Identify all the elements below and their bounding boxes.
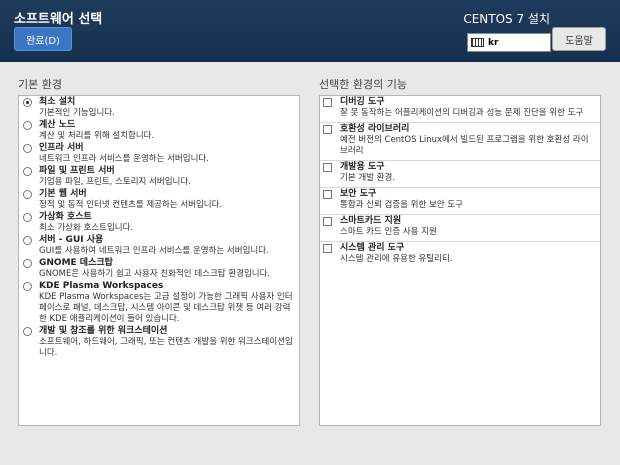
done-button[interactable]: 완료(D): [14, 27, 72, 51]
radio-button[interactable]: [23, 327, 32, 336]
radio-button[interactable]: [23, 259, 32, 268]
addon-item-security[interactable]: 보안 도구 통합과 신뢰 검증을 위한 보안 도구: [320, 188, 600, 215]
env-item-compute[interactable]: 계산 노드 계산 및 처리를 위해 설치합니다.: [19, 119, 299, 142]
env-item-infra[interactable]: 인프라 서버 네트워크 인프라 서비스를 운영하는 서버입니다.: [19, 142, 299, 165]
addons-list: 디버깅 도구 잘 못 동작하는 어플리케이션의 디버깅과 성능 문제 진단을 위한…: [319, 95, 601, 426]
env-desc: 기업용 파일, 프린트, 스토리지 서버입니다.: [39, 177, 191, 187]
radio-button[interactable]: [23, 98, 32, 107]
env-item-kde[interactable]: KDE Plasma Workspaces KDE Plasma Workspac…: [19, 280, 299, 325]
env-title: 가상화 호스트: [39, 212, 92, 222]
addon-title: 디버깅 도구: [340, 97, 385, 107]
env-item-web-server[interactable]: 기본 웹 서버 정적 및 동적 인터넷 컨텐츠를 제공하는 서버입니다.: [19, 188, 299, 211]
addon-desc: 예전 버전의 CentOS Linux에서 빌드된 프로그램을 위한 호환성 라…: [340, 135, 589, 156]
checkbox[interactable]: [323, 98, 332, 107]
env-title: 서버 - GUI 사용: [39, 235, 104, 245]
env-desc: GNOME은 사용하기 쉽고 사용자 친화적인 데스크탑 환경입니다.: [39, 269, 271, 279]
checkbox[interactable]: [323, 244, 332, 253]
addon-item-devtools[interactable]: 개발용 도구 기본 개발 환경.: [320, 161, 600, 188]
env-item-virt-host[interactable]: 가상화 호스트 최소 가상화 호스트입니다.: [19, 211, 299, 234]
env-title: 최소 설치: [39, 97, 76, 107]
radio-button[interactable]: [23, 144, 32, 153]
addon-desc: 잘 못 동작하는 어플리케이션의 디버깅과 성능 문제 진단을 위한 도구: [340, 108, 584, 118]
env-item-gnome[interactable]: GNOME 데스크탑 GNOME은 사용하기 쉽고 사용자 친화적인 데스크탑 환…: [19, 257, 299, 280]
page-title: 소프트웨어 선택: [14, 12, 103, 27]
keyboard-icon: [471, 38, 484, 47]
env-item-minimal[interactable]: 최소 설치 기본적인 기능입니다.: [19, 96, 299, 119]
radio-button[interactable]: [23, 282, 32, 291]
addon-desc: 스마트 카드 인증 사용 지원: [340, 227, 437, 237]
env-item-server-gui[interactable]: 서버 - GUI 사용 GUI를 사용하여 네트워크 인프라 서비스를 운영하는 …: [19, 234, 299, 257]
addon-item-sysadmin[interactable]: 시스템 관리 도구 시스템 관리에 유용한 유틸리티.: [320, 242, 600, 268]
env-title: GNOME 데스크탑: [39, 258, 113, 268]
base-env-label: 기본 환경: [18, 78, 62, 91]
env-title: 개발 및 창조를 위한 워크스테이션: [39, 326, 168, 336]
addon-title: 스마트카드 지원: [340, 216, 402, 226]
env-desc: 네트워크 인프라 서비스를 운영하는 서버입니다.: [39, 154, 209, 164]
env-title: 인프라 서버: [39, 143, 84, 153]
env-title: 기본 웹 서버: [39, 189, 87, 199]
env-desc: 계산 및 처리를 위해 설치합니다.: [39, 131, 155, 141]
env-title: 파일 및 프린트 서버: [39, 166, 115, 176]
addon-desc: 기본 개발 환경.: [340, 173, 396, 183]
addon-desc: 시스템 관리에 유용한 유틸리티.: [340, 254, 453, 264]
radio-button[interactable]: [23, 121, 32, 130]
keyboard-layout-indicator[interactable]: kr: [467, 33, 551, 52]
addon-desc: 통합과 신뢰 검증을 위한 보안 도구: [340, 200, 463, 210]
env-desc: KDE Plasma Workspaces는 고급 설정이 가능한 그래픽 사용…: [39, 292, 293, 324]
env-desc: 소프트웨어, 하드웨어, 그래픽, 또는 컨텐츠 개발을 위한 워크스테이션입니…: [39, 337, 293, 358]
env-item-workstation[interactable]: 개발 및 창조를 위한 워크스테이션 소프트웨어, 하드웨어, 그래픽, 또는 컨…: [19, 325, 299, 359]
checkbox[interactable]: [323, 190, 332, 199]
radio-button[interactable]: [23, 167, 32, 176]
addon-title: 시스템 관리 도구: [340, 243, 405, 253]
checkbox[interactable]: [323, 125, 332, 134]
base-env-list: 최소 설치 기본적인 기능입니다. 계산 노드 계산 및 처리를 위해 설치합니다.…: [18, 95, 300, 426]
env-item-file-print[interactable]: 파일 및 프린트 서버 기업용 파일, 프린트, 스토리지 서버입니다.: [19, 165, 299, 188]
install-title: CENTOS 7 설치: [463, 12, 550, 26]
addon-title: 호환성 라이브러리: [340, 124, 410, 134]
addon-item-compat[interactable]: 호환성 라이브러리 예전 버전의 CentOS Linux에서 빌드된 프로그램을…: [320, 123, 600, 161]
addon-title: 보안 도구: [340, 189, 377, 199]
header-bar: 소프트웨어 선택 완료(D) CENTOS 7 설치 kr 도움말: [0, 0, 620, 62]
env-title: 계산 노드: [39, 120, 76, 130]
env-desc: 정적 및 동적 인터넷 컨텐츠를 제공하는 서버입니다.: [39, 200, 223, 210]
radio-button[interactable]: [23, 213, 32, 222]
keyboard-layout-label: kr: [488, 37, 499, 48]
radio-button[interactable]: [23, 236, 32, 245]
env-desc: 기본적인 기능입니다.: [39, 108, 115, 118]
checkbox[interactable]: [323, 217, 332, 226]
env-title: KDE Plasma Workspaces: [39, 281, 164, 291]
env-desc: GUI를 사용하여 네트워크 인프라 서비스를 운영하는 서버입니다.: [39, 246, 269, 256]
addon-item-debug[interactable]: 디버깅 도구 잘 못 동작하는 어플리케이션의 디버깅과 성능 문제 진단을 위한…: [320, 96, 600, 123]
addons-label: 선택한 환경의 기능: [319, 78, 407, 91]
radio-button[interactable]: [23, 190, 32, 199]
checkbox[interactable]: [323, 163, 332, 172]
env-desc: 최소 가상화 호스트입니다.: [39, 223, 134, 233]
addon-title: 개발용 도구: [340, 162, 385, 172]
addon-item-smartcard[interactable]: 스마트카드 지원 스마트 카드 인증 사용 지원: [320, 215, 600, 242]
help-button[interactable]: 도움말: [552, 27, 606, 51]
